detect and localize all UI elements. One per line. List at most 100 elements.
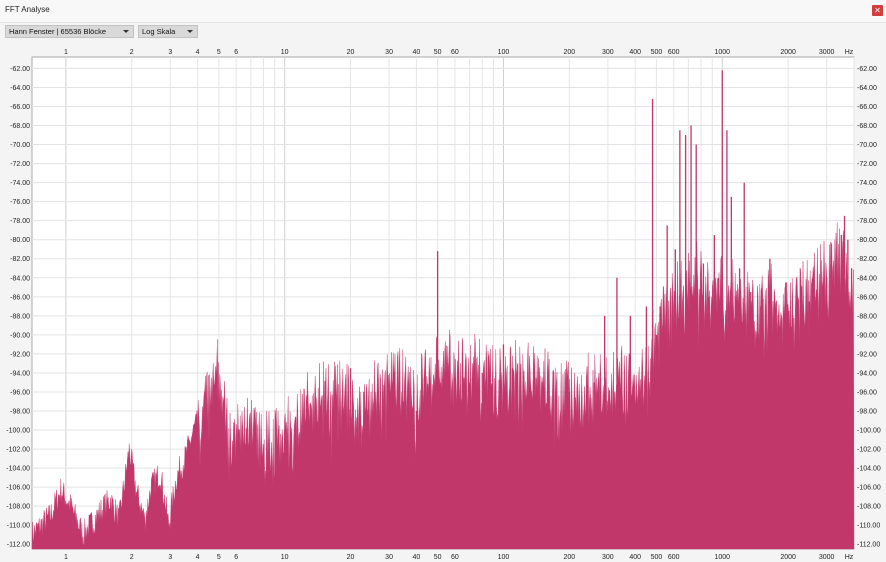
x-tick-label-bottom: 1: [64, 554, 68, 561]
y-tick-label-left: -64.00: [10, 85, 30, 92]
x-tick-label-bottom: 40: [413, 554, 421, 561]
x-tick-label-bottom: 1000: [714, 554, 730, 561]
x-tick-label-top: 3: [168, 49, 172, 56]
y-tick-label-left: -110.00: [7, 523, 30, 530]
x-tick-label-top: 30: [385, 49, 393, 56]
y-tick-label-right: -84.00: [857, 275, 877, 282]
x-tick-label-bottom: 10: [281, 554, 289, 561]
y-tick-label-right: -62.00: [857, 66, 877, 73]
x-tick-label-top: 2000: [780, 49, 796, 56]
y-tick-label-left: -102.00: [6, 447, 30, 454]
y-tick-label-left: -98.00: [10, 409, 30, 416]
x-tick-label-top: 10: [281, 49, 289, 56]
y-tick-label-left: -92.00: [10, 351, 30, 358]
y-tick-label-right: -110.00: [857, 523, 880, 530]
y-tick-label-right: -104.00: [857, 466, 881, 473]
y-tick-label-left: -80.00: [10, 237, 30, 244]
y-tick-label-right: -106.00: [857, 485, 881, 492]
x-tick-label-bottom: 2000: [780, 554, 796, 561]
y-tick-label-right: -96.00: [857, 389, 877, 396]
scale-select-value: Log Skala: [142, 27, 176, 36]
x-tick-label-bottom: 400: [629, 554, 641, 561]
y-tick-label-right: -64.00: [857, 85, 877, 92]
y-tick-label-right: -76.00: [857, 199, 877, 206]
x-tick-label-bottom: 3000: [819, 554, 835, 561]
window-function-select-value: Hann Fenster | 65536 Blöcke: [9, 27, 107, 36]
y-tick-label-left: -82.00: [10, 256, 30, 263]
x-unit-label-top: Hz: [845, 49, 854, 56]
x-tick-label-bottom: 60: [451, 554, 459, 561]
y-tick-label-left: -100.00: [6, 428, 30, 435]
x-tick-label-top: 200: [563, 49, 575, 56]
x-tick-label-bottom: 100: [498, 554, 510, 561]
y-tick-label-right: -88.00: [857, 313, 877, 320]
x-tick-label-top: 1: [64, 49, 68, 56]
fft-spectrum-chart[interactable]: 1 1 2 2 3 3 4 4 5 5 6 6 10 10 20 20 30 30 40 40 50 50 60 60 100 1…: [0, 42, 886, 562]
x-tick-label-top: 6: [234, 49, 238, 56]
y-tick-label-right: -98.00: [857, 409, 877, 416]
y-tick-label-left: -66.00: [10, 104, 30, 111]
y-tick-label-right: -68.00: [857, 123, 877, 130]
y-tick-label-left: -72.00: [10, 161, 30, 168]
x-tick-label-bottom: 200: [563, 554, 575, 561]
x-tick-label-bottom: 600: [668, 554, 680, 561]
y-tick-label-right: -86.00: [857, 294, 877, 301]
y-tick-label-right: -100.00: [857, 428, 881, 435]
y-tick-label-right: -92.00: [857, 351, 877, 358]
x-tick-label-top: 40: [413, 49, 421, 56]
x-tick-label-top: 300: [602, 49, 614, 56]
y-tick-label-right: -70.00: [857, 142, 877, 149]
y-tick-label-left: -106.00: [6, 485, 30, 492]
y-tick-label-right: -80.00: [857, 237, 877, 244]
x-tick-label-bottom: 6: [234, 554, 238, 561]
close-icon[interactable]: ✕: [872, 5, 883, 16]
x-tick-label-bottom: 4: [196, 554, 200, 561]
scale-select[interactable]: Log Skala: [138, 25, 198, 38]
x-unit-label-bottom: Hz: [845, 554, 854, 561]
x-tick-label-top: 100: [498, 49, 510, 56]
y-tick-label-right: -90.00: [857, 332, 877, 339]
y-tick-label-right: -102.00: [857, 447, 881, 454]
chevron-down-icon: [187, 30, 193, 33]
y-tick-label-left: -70.00: [10, 142, 30, 149]
x-tick-label-top: 4: [196, 49, 200, 56]
x-tick-label-bottom: 300: [602, 554, 614, 561]
x-tick-label-bottom: 500: [651, 554, 663, 561]
y-tick-label-left: -112.00: [7, 542, 30, 549]
y-tick-label-left: -104.00: [6, 466, 30, 473]
x-tick-label-top: 1000: [714, 49, 730, 56]
y-tick-label-left: -90.00: [10, 332, 30, 339]
y-tick-label-left: -96.00: [10, 389, 30, 396]
y-tick-label-left: -84.00: [10, 275, 30, 282]
y-tick-label-left: -86.00: [10, 294, 30, 301]
y-tick-label-left: -108.00: [6, 504, 30, 511]
y-tick-label-right: -112.00: [857, 542, 880, 549]
x-tick-label-bottom: 50: [434, 554, 442, 561]
x-tick-label-bottom: 5: [217, 554, 221, 561]
y-tick-label-right: -82.00: [857, 256, 877, 263]
x-tick-label-top: 5: [217, 49, 221, 56]
window-title: FFT Analyse: [5, 5, 50, 14]
x-tick-label-bottom: 20: [347, 554, 355, 561]
x-tick-label-top: 3000: [819, 49, 835, 56]
y-tick-label-right: -74.00: [857, 180, 877, 187]
x-tick-label-bottom: 2: [130, 554, 134, 561]
y-tick-label-left: -68.00: [10, 123, 30, 130]
chevron-down-icon: [123, 30, 129, 33]
x-tick-label-bottom: 3: [168, 554, 172, 561]
x-tick-label-top: 50: [434, 49, 442, 56]
y-tick-label-right: -66.00: [857, 104, 877, 111]
x-tick-label-top: 600: [668, 49, 680, 56]
x-tick-label-top: 500: [651, 49, 663, 56]
y-tick-label-left: -74.00: [10, 180, 30, 187]
toolbar: Hann Fenster | 65536 Blöcke Log Skala: [0, 22, 886, 42]
x-tick-label-top: 2: [130, 49, 134, 56]
title-bar: FFT Analyse ✕: [0, 0, 886, 23]
window-function-select[interactable]: Hann Fenster | 65536 Blöcke: [5, 25, 134, 38]
y-tick-label-right: -108.00: [857, 504, 881, 511]
y-tick-label-left: -76.00: [10, 199, 30, 206]
x-tick-label-top: 20: [347, 49, 355, 56]
x-tick-label-bottom: 30: [385, 554, 393, 561]
y-tick-label-left: -94.00: [10, 370, 30, 377]
y-tick-label-right: -78.00: [857, 218, 877, 225]
